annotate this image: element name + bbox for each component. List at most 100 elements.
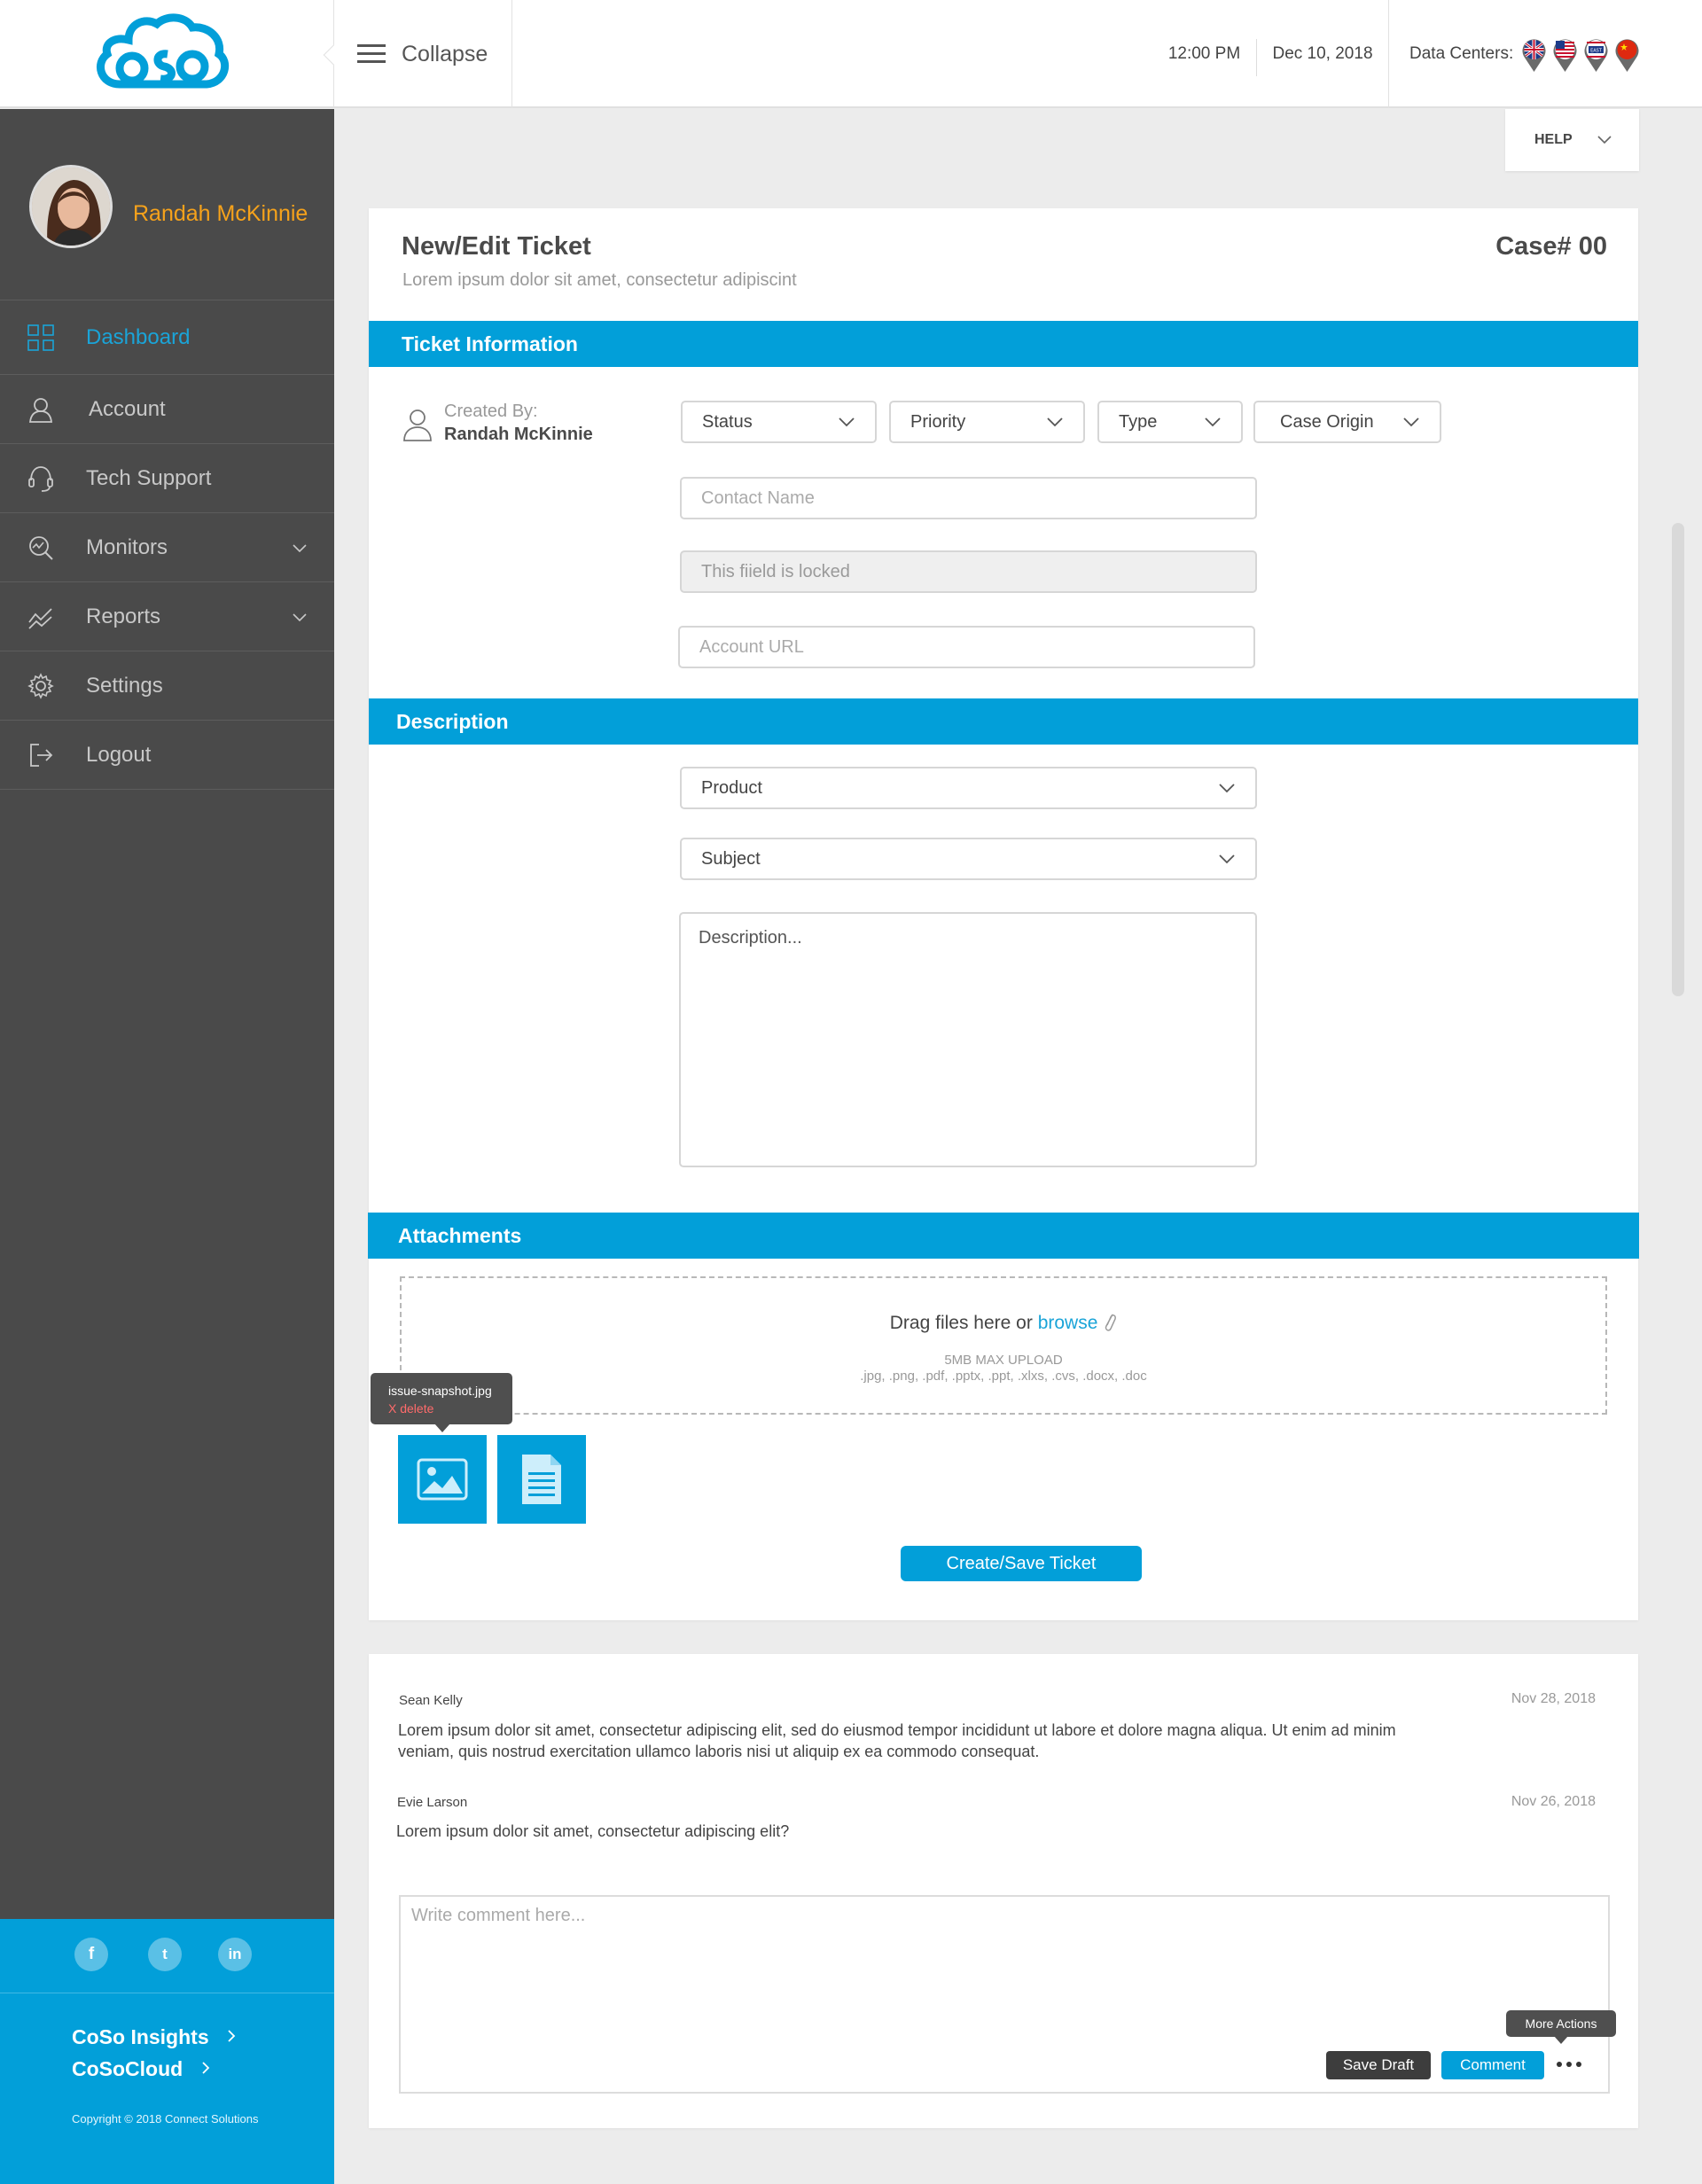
sidebar-item-label: Monitors (86, 534, 168, 559)
contact-name-field[interactable]: Contact Name (680, 477, 1257, 519)
page-subtitle: Lorem ipsum dolor sit amet, consectetur … (402, 270, 797, 290)
hamburger-icon (357, 44, 386, 63)
header-date: Dec 10, 2018 (1272, 44, 1373, 63)
us-east-flag-icon[interactable]: EAST (1582, 36, 1610, 72)
chevron-right-icon (201, 2062, 209, 2074)
sidebar-item-settings[interactable]: Settings (0, 651, 334, 721)
reports-icon (28, 607, 52, 629)
comment-button[interactable]: Comment (1441, 2051, 1544, 2079)
sidebar-item-label: Reports (86, 604, 161, 628)
chevron-down-icon (1403, 417, 1419, 427)
logo[interactable] (0, 0, 334, 108)
select-value: Subject (701, 848, 761, 869)
sidebar-item-label: Account (89, 396, 166, 421)
file-dropzone[interactable]: Drag files here or browse 5MB MAX UPLOAD… (400, 1276, 1607, 1415)
chevron-down-icon (293, 612, 307, 621)
comment-date: Nov 26, 2018 (1511, 1794, 1596, 1809)
chevron-down-icon (839, 417, 855, 427)
comment-text: Lorem ipsum dolor sit amet, consectetur … (398, 1721, 1396, 1760)
type-select[interactable]: Type (1097, 401, 1243, 443)
coso-insights-link[interactable]: CoSo Insights (72, 2025, 238, 2049)
facebook-icon[interactable]: f (74, 1938, 108, 1971)
comment-author: Sean Kelly (399, 1693, 463, 1708)
product-select[interactable]: Product (680, 767, 1257, 809)
comment-date: Nov 28, 2018 (1511, 1691, 1596, 1706)
sidebar-item-label: Logout (86, 742, 152, 767)
collapse-button[interactable]: Collapse (334, 0, 512, 108)
sidebar-item-label: Dashboard (86, 324, 191, 349)
attachment-document-thumb[interactable] (497, 1435, 586, 1524)
description-textarea[interactable]: Description... (679, 912, 1257, 1167)
uk-flag-icon[interactable] (1520, 36, 1548, 72)
sidebar-item-label: Settings (86, 673, 163, 698)
comment-input[interactable]: Write comment here... More Actions Save … (399, 1895, 1616, 2094)
chevron-down-icon (1219, 854, 1235, 864)
linkedin-icon[interactable]: in (218, 1938, 252, 1971)
attachment-tooltip: issue-snapshot.jpg X delete (371, 1373, 512, 1432)
comment-text: Lorem ipsum dolor sit amet, consectetur … (396, 1822, 790, 1840)
profile-name[interactable]: Randah McKinnie (133, 201, 308, 227)
header-time: 12:00 PM (1167, 44, 1241, 63)
sidebar-item-account[interactable]: Account (0, 375, 334, 444)
sidebar-item-dashboard[interactable]: Dashboard (0, 300, 334, 375)
coso-logo-icon (97, 13, 230, 89)
data-centers: Data Centers: EAST (1409, 0, 1641, 108)
more-actions-tooltip: More Actions (1506, 2010, 1616, 2044)
svg-text:EAST: EAST (1590, 49, 1603, 54)
dashboard-icon (27, 324, 54, 351)
page-title: New/Edit Ticket (402, 232, 591, 261)
select-value: Product (701, 777, 762, 798)
more-actions-button[interactable] (1555, 2055, 1587, 2076)
china-flag-icon[interactable] (1613, 36, 1641, 72)
upload-formats: .jpg, .png, .pdf, .pptx, .ppt, .xlxs, .c… (860, 1369, 1147, 1384)
sidebar: Randah McKinnie Dashboard Account Tech S… (0, 109, 334, 2184)
comment-placeholder: Write comment here... (411, 1906, 586, 1925)
status-select[interactable]: Status (681, 401, 877, 443)
delete-attachment-link[interactable]: X delete (388, 1401, 495, 1416)
created-by-name: Randah McKinnie (444, 425, 593, 444)
link-label: CoSo Insights (72, 2025, 209, 2048)
collapse-label: Collapse (402, 41, 488, 66)
logout-icon (30, 743, 53, 767)
select-value: Type (1119, 411, 1158, 432)
attachment-image-thumb[interactable] (398, 1435, 487, 1524)
chevron-down-icon (1219, 784, 1235, 793)
subject-select[interactable]: Subject (680, 838, 1257, 880)
twitter-icon[interactable]: t (148, 1938, 182, 1971)
save-draft-button[interactable]: Save Draft (1326, 2051, 1431, 2079)
gear-icon (27, 672, 54, 699)
dropzone-text: Drag files here or browse (402, 1310, 1605, 1334)
chevron-down-icon (293, 543, 307, 552)
sidebar-item-reports[interactable]: Reports (0, 582, 334, 651)
help-label: HELP (1534, 132, 1573, 147)
drag-text: Drag files here or (889, 1313, 1033, 1333)
headset-icon (28, 465, 53, 492)
ticket-form-card: New/Edit Ticket Lorem ipsum dolor sit am… (368, 208, 1639, 1620)
sidebar-item-logout[interactable]: Logout (0, 721, 334, 790)
page-scrollbar[interactable] (1672, 523, 1684, 996)
us-flag-icon[interactable] (1551, 36, 1579, 72)
sidebar-item-label: Tech Support (86, 465, 212, 490)
section-header-ticket-info: Ticket Information (369, 321, 1638, 367)
select-value: Status (702, 411, 753, 432)
create-save-ticket-button[interactable]: Create/Save Ticket (901, 1546, 1142, 1581)
cosocloud-link[interactable]: CoSoCloud (72, 2057, 212, 2081)
sidebar-item-tech-support[interactable]: Tech Support (0, 444, 334, 513)
user-icon (403, 410, 432, 441)
upload-limit: 5MB MAX UPLOAD (944, 1353, 1063, 1368)
top-header: Collapse 12:00 PM Dec 10, 2018 Data Cent… (0, 0, 1702, 108)
user-photo (32, 168, 110, 246)
select-value: Priority (910, 411, 966, 432)
avatar[interactable] (29, 165, 113, 248)
account-url-field[interactable]: Account URL (678, 626, 1255, 668)
case-origin-select[interactable]: Case Origin (1253, 401, 1441, 443)
paperclip-icon (1105, 1314, 1117, 1331)
sidebar-item-monitors[interactable]: Monitors (0, 513, 334, 582)
account-icon (28, 397, 53, 423)
browse-link[interactable]: browse (1038, 1313, 1098, 1333)
attachment-filename: issue-snapshot.jpg (388, 1384, 492, 1398)
sidebar-footer: f t in CoSo Insights CoSoCloud Copyright… (0, 1919, 334, 2184)
document-icon (522, 1455, 561, 1504)
help-dropdown[interactable]: HELP (1505, 109, 1639, 171)
priority-select[interactable]: Priority (889, 401, 1085, 443)
